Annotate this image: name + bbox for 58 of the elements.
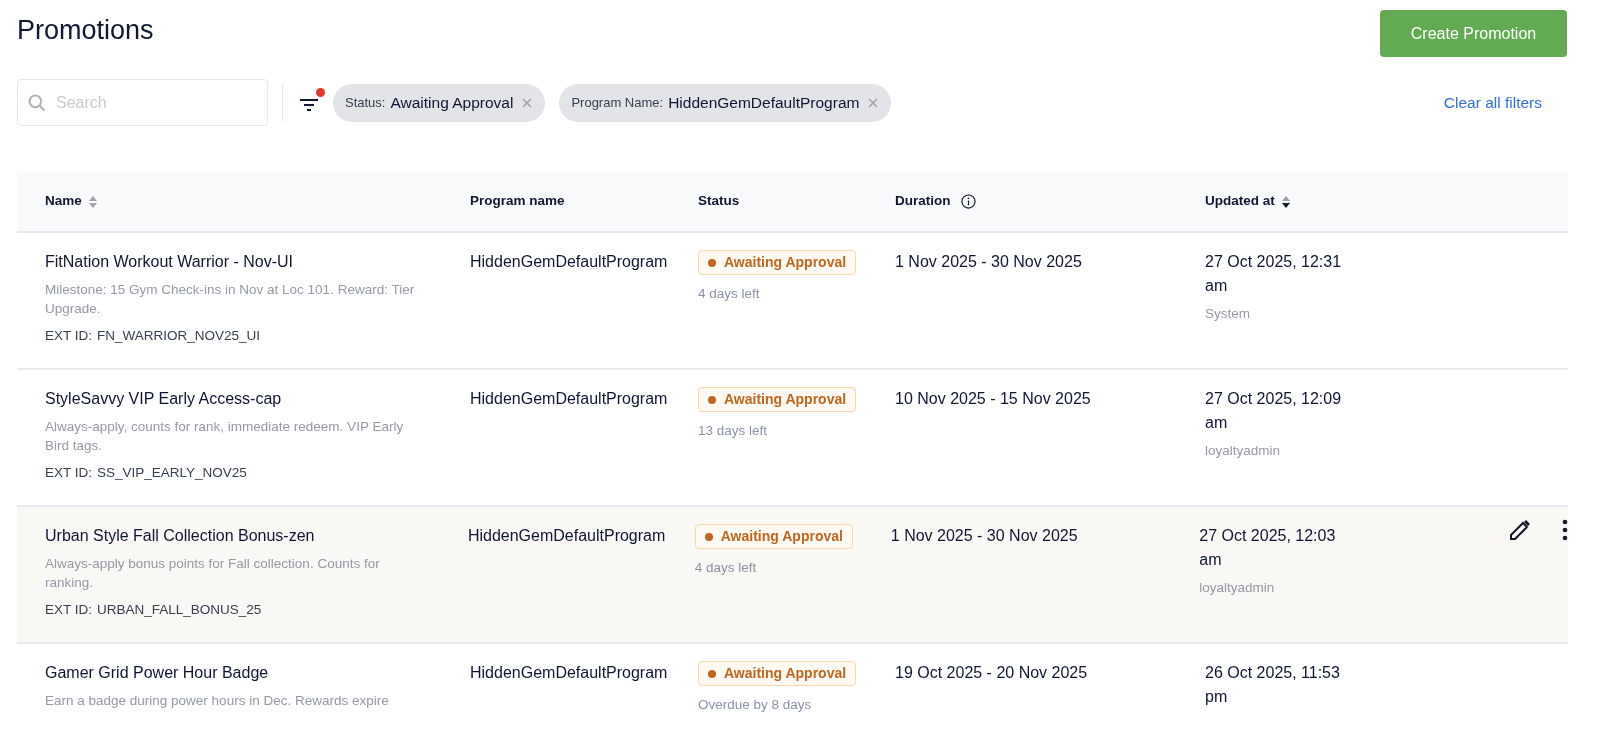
days-left: 13 days left xyxy=(698,422,768,440)
search-icon xyxy=(27,93,47,113)
updated-at: 27 Oct 2025, 12:31 am xyxy=(1205,252,1343,296)
duration: 1 Nov 2025 - 30 Nov 2025 xyxy=(890,527,1078,544)
close-icon[interactable] xyxy=(521,96,534,109)
filter-label: Status: xyxy=(345,93,386,112)
duration: 19 Oct 2025 - 20 Nov 2025 xyxy=(895,664,1088,681)
sort-icon[interactable] xyxy=(1280,194,1291,209)
program-name: HiddenGemDefaultProgram xyxy=(470,664,668,681)
promotion-description: Always-apply bonus points for Fall collection. Counts for ranking. xyxy=(45,555,381,592)
column-header: Name xyxy=(45,192,82,211)
filter-value: HiddenGemDefaultProgram xyxy=(668,92,860,113)
program-name: HiddenGemDefaultProgram xyxy=(467,527,666,544)
info-icon[interactable] xyxy=(960,194,976,209)
duration: 1 Nov 2025 - 30 Nov 2025 xyxy=(895,253,1082,270)
column-header: Updated at xyxy=(1205,192,1275,211)
status-badge: Awaiting Approval xyxy=(698,387,857,412)
column-header: Status xyxy=(698,192,740,211)
promotion-name: Gamer Grid Power Hour Badge xyxy=(45,663,270,683)
status-badge: Awaiting Approval xyxy=(694,524,853,549)
close-icon[interactable] xyxy=(867,96,880,109)
promotion-description: Always-apply, counts for rank, immediate redeem. VIP Early Bird tags. xyxy=(45,418,405,455)
more-options-icon[interactable] xyxy=(1562,518,1568,542)
filter-icon xyxy=(299,96,319,113)
updated-at: 27 Oct 2025, 12:09 am xyxy=(1205,389,1343,433)
ext-id-value: URBAN_FALL_BONUS_25 xyxy=(97,601,262,619)
status-badge: Awaiting Approval xyxy=(698,250,857,275)
promotion-description: Earn a badge during power hours in Dec. Rewards expire xyxy=(45,692,390,710)
promotion-description: Milestone: 15 Gym Check-ins in Nov at Loc 101. Reward: Tier Upgrade. xyxy=(45,281,415,318)
ext-id-label: EXT ID: xyxy=(45,601,92,619)
program-name: HiddenGemDefaultProgram xyxy=(470,253,668,270)
days-left: 4 days left xyxy=(698,285,760,303)
filter-label: Program Name: xyxy=(571,93,664,112)
ext-id-value: SS_VIP_EARLY_NOV25 xyxy=(97,464,247,482)
ext-id-label: EXT ID: xyxy=(45,464,92,482)
program-name: HiddenGemDefaultProgram xyxy=(470,390,668,407)
days-left: 4 days left xyxy=(694,559,757,577)
filter-value: Awaiting Approval xyxy=(390,92,514,113)
promotion-name: Urban Style Fall Collection Bonus-zen xyxy=(45,526,316,546)
ext-id-value: FN_WARRIOR_NOV25_UI xyxy=(97,327,261,345)
edit-icon[interactable] xyxy=(1508,518,1532,542)
filter-chip[interactable]: Program Name: HiddenGemDefaultProgram xyxy=(559,83,892,122)
status-badge: Awaiting Approval xyxy=(698,661,857,686)
promotion-name: FitNation Workout Warrior - Nov-UI xyxy=(45,252,295,272)
updated-at: 26 Oct 2025, 11:53 pm xyxy=(1205,663,1341,707)
promotion-name: StyleSavvy VIP Early Access-cap xyxy=(45,389,283,409)
days-left: Overdue by 8 days xyxy=(698,696,812,714)
ext-id-label: EXT ID: xyxy=(45,327,92,345)
updated-by: System xyxy=(1205,305,1251,323)
clear-all-filters-link[interactable]: Clear all filters xyxy=(1443,90,1542,115)
column-header: Program name xyxy=(470,192,565,211)
column-header: Duration xyxy=(895,192,951,211)
updated-by: loyaltyadmin xyxy=(1199,579,1276,597)
updated-at: 27 Oct 2025, 12:03 am xyxy=(1199,526,1337,570)
page-title: Promotions xyxy=(17,14,154,47)
duration: 10 Nov 2025 - 15 Nov 2025 xyxy=(895,390,1091,407)
updated-by: loyaltyadmin xyxy=(1205,442,1282,460)
filter-chip[interactable]: Status: Awaiting Approval xyxy=(333,83,546,122)
